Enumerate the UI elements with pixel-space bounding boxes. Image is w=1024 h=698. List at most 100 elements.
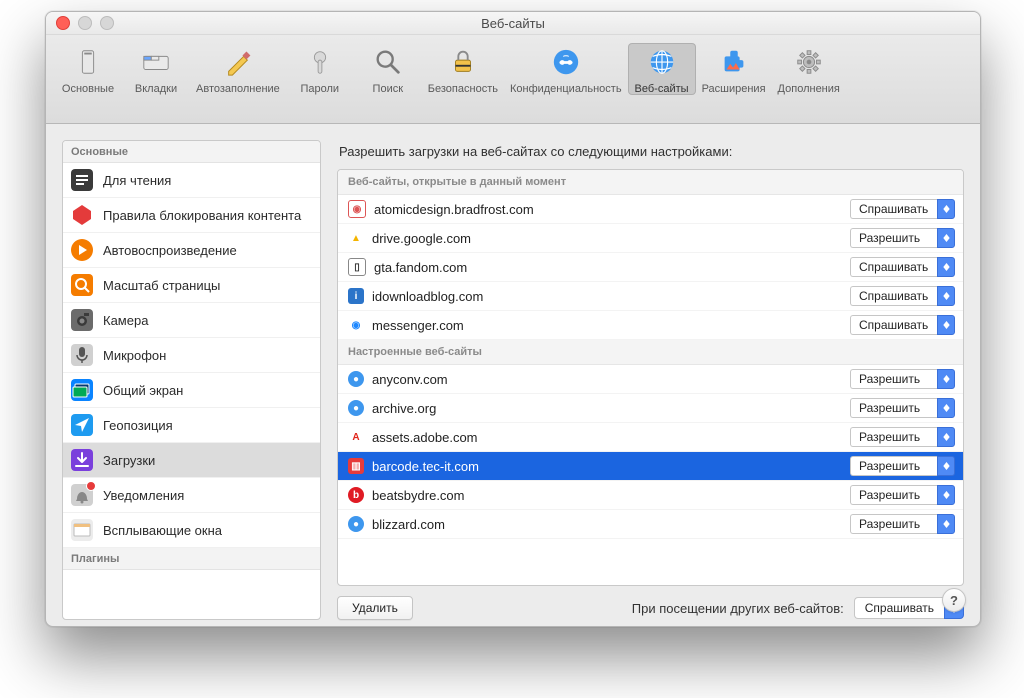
website-row[interactable]: b beatsbydre.com Разрешить (338, 481, 963, 510)
toolbar-passwords[interactable]: Пароли (286, 43, 354, 95)
sidebar-item-label: Камера (103, 313, 148, 328)
sidebar-item-reader[interactable]: Для чтения (63, 163, 320, 198)
toolbar-general[interactable]: Основные (54, 43, 122, 95)
advanced-icon (792, 45, 826, 79)
action-select-label: Разрешить (850, 514, 937, 534)
sidebar-item-location[interactable]: Геопозиция (63, 408, 320, 443)
action-select[interactable]: Спрашивать (850, 257, 955, 277)
toolbar-search[interactable]: Поиск (354, 43, 422, 95)
favicon-icon: ● (348, 400, 364, 416)
sidebar-item-label: Микрофон (103, 348, 166, 363)
group-header-configured: Настроенные веб-сайты (338, 340, 963, 365)
help-button[interactable]: ? (942, 588, 966, 612)
website-row[interactable]: ● anyconv.com Разрешить (338, 365, 963, 394)
stepper-arrows-icon (937, 456, 955, 476)
stepper-arrows-icon (937, 257, 955, 277)
sidebar-item-screen[interactable]: Общий экран (63, 373, 320, 408)
toolbar-autofill[interactable]: Автозаполнение (190, 43, 286, 95)
websites-icon (645, 45, 679, 79)
main-panel: Разрешить загрузки на веб-сайтах со след… (321, 124, 980, 627)
zoom-icon (71, 274, 93, 296)
action-select-label: Спрашивать (850, 257, 937, 277)
action-select[interactable]: Разрешить (850, 427, 955, 447)
website-domain: atomicdesign.bradfrost.com (374, 202, 842, 217)
notifications-icon (71, 484, 93, 506)
titlebar: Веб-сайты (46, 12, 980, 35)
sidebar-item-label: Всплывающие окна (103, 523, 222, 538)
sidebar-item-downloads[interactable]: Загрузки (63, 443, 320, 478)
website-row[interactable]: ◉ messenger.com Спрашивать (338, 311, 963, 340)
tabs-icon (139, 45, 173, 79)
window-title: Веб-сайты (481, 16, 545, 31)
toolbar-websites[interactable]: Веб-сайты (628, 43, 696, 95)
sidebar-item-camera[interactable]: Камера (63, 303, 320, 338)
group-header-open: Веб-сайты, открытые в данный момент (338, 170, 963, 195)
action-select[interactable]: Спрашивать (850, 315, 955, 335)
favicon-icon: ◉ (348, 317, 364, 333)
remove-button[interactable]: Удалить (337, 596, 413, 620)
other-sites-select-label: Спрашивать (854, 597, 944, 619)
preferences-window: Веб-сайты Основные Вкладки Автозаполнени… (45, 11, 981, 627)
website-row[interactable]: ● archive.org Разрешить (338, 394, 963, 423)
security-icon (446, 45, 480, 79)
website-domain: messenger.com (372, 318, 842, 333)
main-title: Разрешить загрузки на веб-сайтах со след… (337, 140, 964, 159)
website-domain: archive.org (372, 401, 842, 416)
sidebar-item-notifications[interactable]: Уведомления (63, 478, 320, 513)
action-select[interactable]: Разрешить (850, 485, 955, 505)
website-row[interactable]: ● blizzard.com Разрешить (338, 510, 963, 539)
traffic-lights (56, 16, 114, 30)
favicon-icon: ▯ (348, 258, 366, 276)
mic-icon (71, 344, 93, 366)
sidebar-item-autoplay[interactable]: Автовоспроизведение (63, 233, 320, 268)
sidebar-item-contentblock[interactable]: Правила блокирования контента (63, 198, 320, 233)
action-select-label: Разрешить (850, 369, 937, 389)
stepper-arrows-icon (937, 485, 955, 505)
action-select[interactable]: Разрешить (850, 228, 955, 248)
zoom-icon[interactable] (100, 16, 114, 30)
sidebar-item-mic[interactable]: Микрофон (63, 338, 320, 373)
favicon-icon: ▲ (348, 230, 364, 246)
action-select-label: Разрешить (850, 456, 937, 476)
action-select[interactable]: Разрешить (850, 369, 955, 389)
contentblock-icon (71, 204, 93, 226)
stepper-arrows-icon (937, 199, 955, 219)
favicon-icon: b (348, 487, 364, 503)
other-sites-label: При посещении других веб-сайтов: (632, 601, 844, 616)
toolbar-label: Основные (62, 83, 114, 95)
sidebar-item-popups[interactable]: Всплывающие окна (63, 513, 320, 548)
website-row[interactable]: ◉ atomicdesign.bradfrost.com Спрашивать (338, 195, 963, 224)
sidebar-header-general: Основные (63, 141, 320, 163)
action-select[interactable]: Разрешить (850, 456, 955, 476)
stepper-arrows-icon (937, 228, 955, 248)
sidebar-header-plugins: Плагины (63, 548, 320, 570)
website-row[interactable]: i idownloadblog.com Спрашивать (338, 282, 963, 311)
action-select[interactable]: Разрешить (850, 514, 955, 534)
website-domain: idownloadblog.com (372, 289, 842, 304)
website-row[interactable]: ▯ gta.fandom.com Спрашивать (338, 253, 963, 282)
minimize-icon[interactable] (78, 16, 92, 30)
sidebar-item-zoom[interactable]: Масштаб страницы (63, 268, 320, 303)
action-select[interactable]: Разрешить (850, 398, 955, 418)
close-icon[interactable] (56, 16, 70, 30)
toolbar-tabs[interactable]: Вкладки (122, 43, 190, 95)
website-domain: drive.google.com (372, 231, 842, 246)
website-row[interactable]: ▲ drive.google.com Разрешить (338, 224, 963, 253)
stepper-arrows-icon (937, 427, 955, 447)
location-icon (71, 414, 93, 436)
toolbar-extensions[interactable]: Расширения (696, 43, 772, 95)
sidebar: Основные Для чтения Правила блокирования… (46, 124, 321, 627)
camera-icon (71, 309, 93, 331)
stepper-arrows-icon (937, 514, 955, 534)
action-select-label: Разрешить (850, 427, 937, 447)
website-row[interactable]: A assets.adobe.com Разрешить (338, 423, 963, 452)
action-select[interactable]: Спрашивать (850, 199, 955, 219)
website-row[interactable]: ▥ barcode.tec-it.com Разрешить (338, 452, 963, 481)
action-select[interactable]: Спрашивать (850, 286, 955, 306)
toolbar-label: Поиск (373, 83, 403, 95)
toolbar-advanced[interactable]: Дополнения (772, 43, 846, 95)
website-domain: barcode.tec-it.com (372, 459, 842, 474)
websites-list: Веб-сайты, открытые в данный момент ◉ at… (337, 169, 964, 586)
toolbar-security[interactable]: Безопасность (422, 43, 504, 95)
toolbar-privacy[interactable]: Конфиденциальность (504, 43, 628, 95)
